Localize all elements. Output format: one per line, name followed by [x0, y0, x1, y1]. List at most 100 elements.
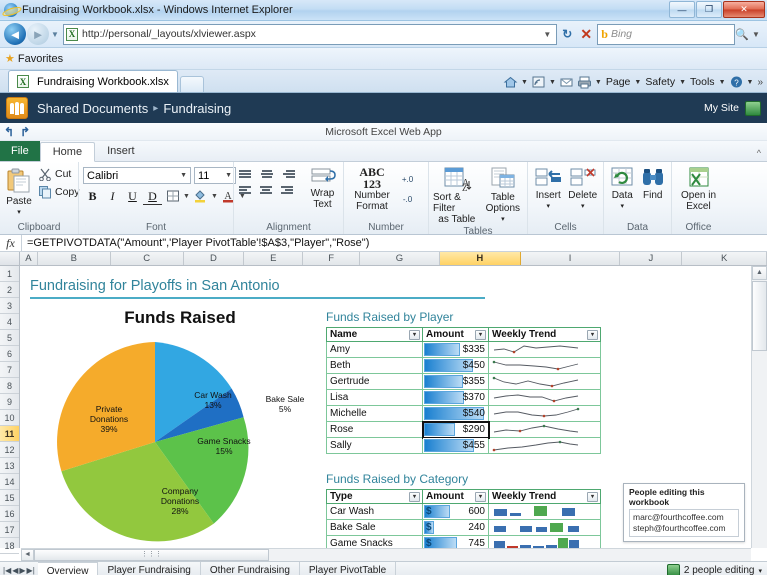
column-type-header[interactable]: Type ▾ — [326, 489, 423, 504]
help-icon[interactable]: ? — [729, 75, 744, 89]
name-filter-icon[interactable]: ▾ — [409, 330, 420, 340]
player-amount-cell[interactable]: $540 — [422, 405, 489, 422]
cut-button[interactable]: Cut — [36, 166, 82, 182]
number-format-button[interactable]: ABC 123 Number Format — [348, 164, 396, 212]
table-row[interactable]: Beth $450 — [326, 357, 601, 374]
tab-insert[interactable]: Insert — [95, 141, 147, 161]
safety-menu[interactable]: Safety — [644, 76, 676, 88]
scroll-left-button[interactable]: ◄ — [21, 549, 34, 561]
category-amount-cell[interactable]: $ 600 — [422, 503, 489, 520]
close-button[interactable]: ✕ — [723, 1, 765, 18]
delete-caret-icon[interactable]: ▾ — [581, 201, 585, 212]
print-icon[interactable] — [577, 75, 592, 89]
column-header-C[interactable]: C — [111, 252, 184, 265]
row-header-2[interactable]: 2 — [0, 282, 19, 298]
home-caret-icon[interactable]: ▼ — [521, 79, 528, 86]
bold-button[interactable]: B — [83, 187, 102, 205]
table-options-caret-icon[interactable]: ▾ — [501, 214, 505, 225]
player-trend-cell[interactable] — [488, 421, 601, 438]
player-trend-cell[interactable] — [488, 357, 601, 374]
align-center-button[interactable] — [259, 184, 275, 197]
funds-by-category-table[interactable]: Type ▾ Amount ▾ Weekly Trend ▾ Car Wash … — [326, 489, 601, 548]
first-sheet-icon[interactable]: |◀ — [3, 566, 11, 575]
player-amount-cell-selected[interactable]: $290 — [421, 420, 490, 439]
browser-tab[interactable]: X Fundraising Workbook.xlsx — [8, 70, 178, 92]
player-amount-cell[interactable]: $335 — [422, 341, 489, 358]
underline-button[interactable]: U — [123, 187, 142, 205]
player-name-cell[interactable]: Gertrude — [326, 373, 423, 390]
url-field[interactable]: X http://personal/_layouts/xlviewer.aspx… — [63, 23, 558, 45]
column-header-E[interactable]: E — [244, 252, 304, 265]
table-row[interactable]: Sally $455 — [326, 437, 601, 454]
refresh-button[interactable]: ↻ — [557, 27, 577, 41]
stop-button[interactable]: ✕ — [577, 26, 595, 43]
recent-pages-caret-icon[interactable]: ▼ — [49, 30, 61, 39]
row-header-8[interactable]: 8 — [0, 378, 19, 394]
people-editing-status[interactable]: 2 people editing ▾ — [666, 564, 762, 575]
row-header-15[interactable]: 15 — [0, 490, 19, 506]
paste-caret-icon[interactable]: ▾ — [17, 207, 21, 218]
table-row[interactable]: Amy $335 — [326, 341, 601, 358]
url-dropdown-icon[interactable]: ▼ — [540, 30, 554, 39]
search-provider-caret-icon[interactable]: ▼ — [749, 30, 763, 39]
formula-bar[interactable]: fx =GETPIVOTDATA("Amount",'Player PivotT… — [0, 235, 767, 252]
redo-button[interactable]: ↱ — [20, 125, 30, 139]
table-row[interactable]: Lisa $370 — [326, 389, 601, 406]
breadcrumb-root[interactable]: Shared Documents — [37, 101, 148, 116]
sheet-tab-player-pivottable[interactable]: Player PivotTable — [300, 562, 397, 575]
search-icon[interactable]: 🔍 — [735, 28, 749, 41]
category-type-cell[interactable]: Car Wash — [326, 503, 423, 520]
prev-sheet-icon[interactable]: ◀ — [12, 566, 18, 575]
row-header-13[interactable]: 13 — [0, 458, 19, 474]
table-row[interactable]: Michelle $540 — [326, 405, 601, 422]
player-amount-cell[interactable]: $355 — [422, 373, 489, 390]
player-trend-cell[interactable] — [488, 341, 601, 358]
row-header-14[interactable]: 14 — [0, 474, 19, 490]
undo-button[interactable]: ↰ — [4, 125, 14, 139]
player-amount-cell[interactable]: $455 — [422, 437, 489, 454]
category-amount-cell[interactable]: $ 745 — [422, 535, 489, 548]
row-header-5[interactable]: 5 — [0, 330, 19, 346]
find-button[interactable]: Find — [639, 164, 668, 201]
amount-filter-icon[interactable]: ▾ — [475, 330, 486, 340]
maximize-button[interactable]: ❐ — [696, 1, 722, 18]
table-row[interactable]: Gertrude $355 — [326, 373, 601, 390]
forward-button[interactable]: ► — [27, 23, 49, 45]
scroll-up-button[interactable]: ▲ — [752, 266, 767, 280]
category-type-cell[interactable]: Game Snacks — [326, 535, 423, 548]
align-right-button[interactable] — [280, 184, 296, 197]
search-input[interactable]: Bing — [611, 28, 731, 40]
row-header-17[interactable]: 17 — [0, 522, 19, 538]
row-header-4[interactable]: 4 — [0, 314, 19, 330]
wrap-text-button[interactable]: Wrap Text — [306, 164, 339, 210]
insert-caret-icon[interactable]: ▾ — [546, 201, 550, 212]
minimize-button[interactable]: — — [669, 1, 695, 18]
trend-filter-icon[interactable]: ▾ — [587, 492, 598, 502]
column-header-B[interactable]: B — [38, 252, 111, 265]
favorites-label[interactable]: Favorites — [18, 53, 63, 65]
list-item[interactable]: steph@fourthcoffee.com — [633, 523, 735, 534]
type-filter-icon[interactable]: ▾ — [409, 492, 420, 502]
column-header-D[interactable]: D — [184, 252, 245, 265]
data-button[interactable]: Data ▾ — [608, 164, 637, 212]
column-name-header[interactable]: Name ▾ — [326, 327, 423, 342]
vertical-scrollbar[interactable]: ▲ — [751, 266, 767, 548]
insert-cells-button[interactable]: Insert ▾ — [532, 164, 565, 212]
player-amount-cell[interactable]: $370 — [422, 389, 489, 406]
sheet-tab-other-fundraising[interactable]: Other Fundraising — [201, 562, 300, 575]
vertical-scroll-thumb[interactable] — [752, 281, 767, 351]
fill-color-caret-icon[interactable]: ▼ — [211, 193, 218, 200]
mail-icon[interactable] — [559, 75, 574, 89]
home-icon[interactable] — [503, 75, 518, 89]
table-row[interactable]: Game Snacks $ 745 — [326, 535, 601, 548]
row-header-3[interactable]: 3 — [0, 298, 19, 314]
decrease-decimal-button[interactable]: -.0 — [398, 190, 417, 208]
category-amount-cell[interactable]: $ 240 — [422, 519, 489, 536]
tools-menu[interactable]: Tools — [689, 76, 716, 88]
collapse-ribbon-icon[interactable]: ^ — [757, 148, 761, 158]
horizontal-scroll-thumb[interactable]: ⋮⋮⋮ — [34, 549, 269, 561]
category-type-cell[interactable]: Bake Sale — [326, 519, 423, 536]
player-name-cell[interactable]: Beth — [326, 357, 423, 374]
help-caret-icon[interactable]: ▼ — [747, 79, 754, 86]
back-button[interactable]: ◄ — [4, 23, 26, 45]
